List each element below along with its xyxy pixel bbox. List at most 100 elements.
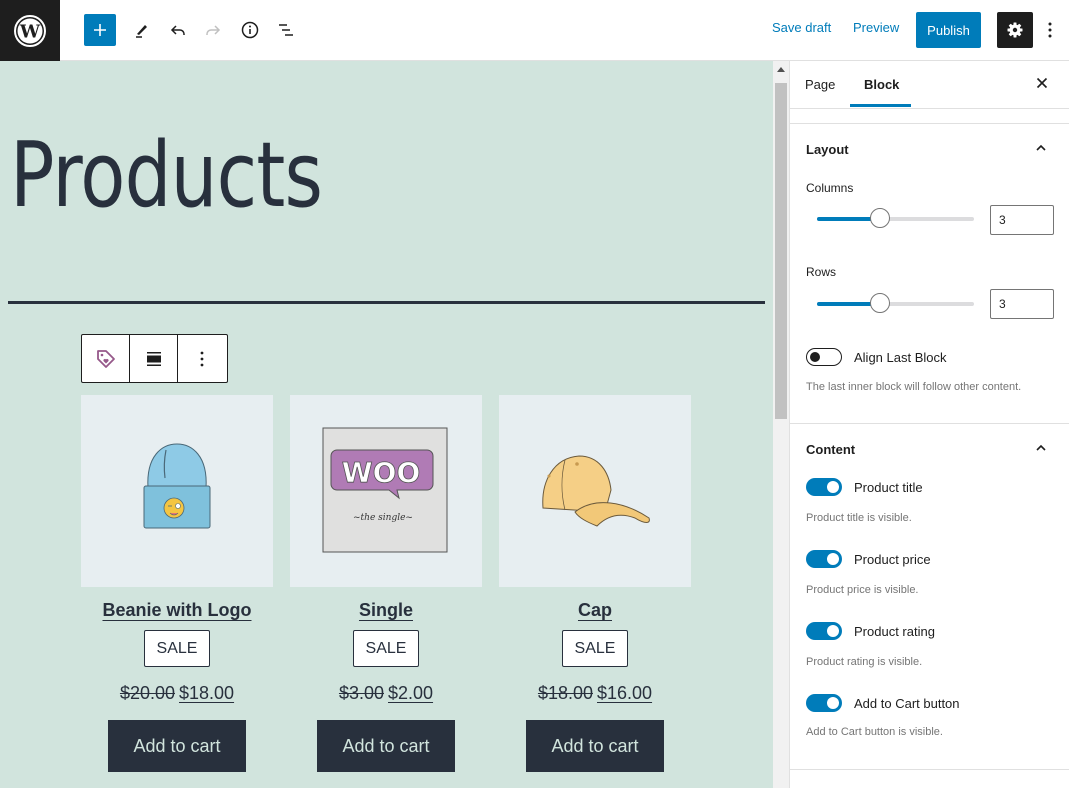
align-button[interactable] bbox=[130, 335, 178, 382]
preview-button[interactable]: Preview bbox=[853, 20, 899, 35]
close-icon[interactable] bbox=[1034, 75, 1050, 91]
columns-input[interactable]: 3 bbox=[990, 205, 1054, 235]
block-type-button[interactable] bbox=[82, 335, 130, 382]
publish-button[interactable]: Publish bbox=[916, 12, 981, 48]
divider bbox=[790, 769, 1069, 770]
regular-price: $3.00 bbox=[338, 683, 384, 703]
toggle-knob bbox=[827, 481, 839, 493]
settings-button[interactable] bbox=[997, 12, 1033, 48]
settings-sidebar: Page Block Layout Columns 3 Rows 3 Align… bbox=[789, 61, 1069, 788]
plus-icon bbox=[94, 24, 106, 36]
regular-price: $18.00 bbox=[537, 683, 593, 703]
product-image[interactable] bbox=[499, 395, 691, 587]
canvas-scrollbar[interactable] bbox=[773, 61, 789, 788]
product-image[interactable]: WOO ~the single~ bbox=[290, 395, 482, 587]
toggle-knob bbox=[827, 553, 839, 565]
product-card: WOO ~the single~ Single SALE $3.00 $2.00 … bbox=[290, 395, 482, 772]
rows-label: Rows bbox=[806, 265, 837, 279]
sale-badge: SALE bbox=[352, 630, 420, 667]
scrollbar-thumb[interactable] bbox=[775, 83, 787, 419]
product-card: Cap SALE $18.00 $16.00 Add to cart bbox=[499, 395, 691, 772]
options-button[interactable] bbox=[1043, 18, 1057, 42]
chevron-up-icon[interactable] bbox=[1035, 144, 1047, 152]
sidebar-tabs: Page Block bbox=[790, 61, 1069, 109]
active-tab-indicator bbox=[850, 104, 911, 107]
add-to-cart-toggle[interactable] bbox=[806, 694, 842, 712]
sale-price: $18.00 bbox=[179, 683, 235, 703]
add-to-cart-button[interactable]: Add to cart bbox=[317, 720, 455, 772]
more-vertical-icon bbox=[200, 351, 204, 366]
scroll-up-arrow-icon[interactable] bbox=[777, 67, 785, 72]
sale-price: $2.00 bbox=[388, 683, 434, 703]
product-tag-icon bbox=[96, 349, 115, 368]
info-icon bbox=[241, 21, 259, 39]
slider-thumb[interactable] bbox=[869, 293, 890, 313]
columns-label: Columns bbox=[806, 181, 854, 195]
wordpress-logo-button[interactable]: W bbox=[0, 0, 60, 61]
redo-button[interactable] bbox=[197, 14, 229, 46]
tools-button[interactable] bbox=[126, 14, 158, 46]
gear-icon bbox=[1007, 22, 1023, 38]
product-image[interactable] bbox=[81, 395, 273, 587]
svg-text:~the single~: ~the single~ bbox=[353, 513, 413, 523]
woo-album-image-icon: WOO ~the single~ bbox=[322, 427, 448, 553]
block-toolbar bbox=[81, 334, 228, 383]
more-vertical-icon bbox=[1048, 22, 1052, 38]
divider bbox=[790, 423, 1069, 424]
product-title-help: Product title is visible. bbox=[806, 512, 912, 524]
product-title[interactable]: Beanie with Logo bbox=[102, 600, 251, 621]
toggle-knob bbox=[827, 625, 839, 637]
add-to-cart-help: Add to Cart button is visible. bbox=[806, 726, 943, 738]
product-price-toggle[interactable] bbox=[806, 550, 842, 568]
product-rating-toggle-label: Product rating bbox=[854, 624, 935, 639]
redo-icon bbox=[206, 25, 221, 35]
layout-panel-heading[interactable]: Layout bbox=[806, 142, 849, 157]
product-price-help: Product price is visible. bbox=[806, 584, 919, 596]
add-to-cart-button[interactable]: Add to cart bbox=[108, 720, 246, 772]
block-options-button[interactable] bbox=[178, 335, 226, 382]
add-to-cart-button[interactable]: Add to cart bbox=[526, 720, 664, 772]
content-panel-heading[interactable]: Content bbox=[806, 442, 855, 457]
align-icon bbox=[146, 351, 161, 366]
save-draft-button[interactable]: Save draft bbox=[772, 20, 831, 35]
cap-image-icon bbox=[542, 455, 650, 527]
list-view-icon bbox=[279, 24, 293, 36]
product-rating-help: Product rating is visible. bbox=[806, 656, 923, 668]
product-title[interactable]: Single bbox=[359, 600, 413, 621]
sale-price: $16.00 bbox=[597, 683, 653, 703]
undo-button[interactable] bbox=[162, 14, 194, 46]
tab-page[interactable]: Page bbox=[805, 77, 835, 92]
columns-slider[interactable] bbox=[817, 208, 974, 228]
undo-icon bbox=[170, 25, 185, 35]
list-view-button[interactable] bbox=[270, 14, 302, 46]
rows-input[interactable]: 3 bbox=[990, 289, 1054, 319]
chevron-up-icon[interactable] bbox=[1035, 444, 1047, 452]
product-price-toggle-label: Product price bbox=[854, 552, 931, 567]
editor-canvas[interactable]: Products Beanie with Logo SALE $20.00 $1… bbox=[0, 61, 773, 788]
svg-text:WOO: WOO bbox=[342, 456, 421, 489]
slider-thumb[interactable] bbox=[869, 208, 890, 228]
regular-price: $20.00 bbox=[119, 683, 175, 703]
beanie-image-icon bbox=[143, 443, 211, 529]
product-title-toggle[interactable] bbox=[806, 478, 842, 496]
tab-block[interactable]: Block bbox=[864, 77, 899, 92]
align-last-block-label: Align Last Block bbox=[854, 350, 947, 365]
rows-slider[interactable] bbox=[817, 293, 974, 313]
product-rating-toggle[interactable] bbox=[806, 622, 842, 640]
product-title[interactable]: Cap bbox=[578, 600, 612, 621]
page-title[interactable]: Products bbox=[10, 123, 323, 228]
sale-badge: SALE bbox=[143, 630, 211, 667]
align-last-block-toggle[interactable] bbox=[806, 348, 842, 366]
product-price: $18.00 $16.00 bbox=[538, 683, 652, 704]
svg-text:W: W bbox=[19, 21, 41, 42]
product-card: Beanie with Logo SALE $20.00 $18.00 Add t… bbox=[81, 395, 273, 772]
add-block-button[interactable] bbox=[84, 14, 116, 46]
pencil-icon bbox=[136, 25, 147, 38]
editor-header: W Save draft Preview Publish bbox=[0, 0, 1069, 61]
details-button[interactable] bbox=[234, 14, 266, 46]
separator-block[interactable] bbox=[8, 301, 765, 304]
product-price: $3.00 $2.00 bbox=[339, 683, 433, 704]
product-price: $20.00 $18.00 bbox=[120, 683, 234, 704]
product-title-toggle-label: Product title bbox=[854, 480, 923, 495]
wordpress-logo-icon: W bbox=[14, 14, 46, 47]
